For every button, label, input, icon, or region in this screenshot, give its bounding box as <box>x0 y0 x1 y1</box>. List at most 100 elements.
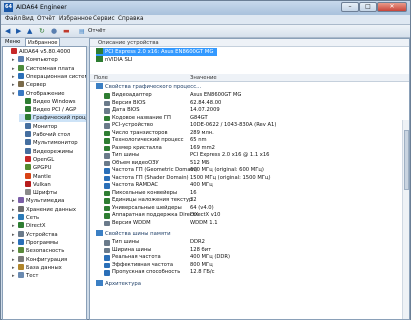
table-row[interactable]: Эффективная частота 800 МГц <box>90 262 409 270</box>
tree-item[interactable]: ▸ DirectX <box>12 222 46 230</box>
scrollbar-thumb[interactable] <box>404 130 409 190</box>
tree-item[interactable]: ▸ Тест <box>12 272 39 280</box>
table-row[interactable]: Частота RAMDAC 400 МГц <box>90 182 409 190</box>
tree-item[interactable]: ▸ Компьютер <box>12 56 58 64</box>
table-row[interactable]: Размер кристалла 169 mm2 <box>90 145 409 153</box>
table-row[interactable]: Версия WDDM WDDM 1.1 <box>90 220 409 228</box>
table-row[interactable]: Пропускная способность 12.8 ГБ/с <box>90 269 409 277</box>
tree-item-label: Сеть <box>26 215 40 221</box>
property-icon <box>104 93 110 99</box>
row-value: 512 МБ <box>190 159 210 166</box>
section-header[interactable]: Свойства шины памяти <box>96 230 171 238</box>
maximize-button[interactable]: □ <box>359 2 377 12</box>
row-field: Универсальные шейдеры <box>112 204 182 211</box>
tree-item[interactable]: ▸ Системная плата <box>12 64 74 73</box>
tree-item[interactable]: ▸ Операционная система <box>12 72 86 81</box>
table-row[interactable]: Частота ГП (Shader Domain) 1500 МГц (orig… <box>90 175 409 183</box>
refresh-icon[interactable]: ↻ <box>39 27 45 36</box>
tree-item[interactable]: Видео PCI / AGP <box>19 106 76 114</box>
row-value: 289 млн. <box>190 129 214 136</box>
table-row[interactable]: Число транзисторов 289 млн. <box>90 130 409 138</box>
title-bar[interactable]: 64 AIDA64 Engineer – □ ✕ <box>1 1 410 15</box>
tree-item[interactable]: ▸ Мультимедиа <box>12 197 64 205</box>
table-header: Поле Значение <box>90 74 409 82</box>
tree-item-label: Мультимедиа <box>26 198 65 205</box>
tree-item[interactable]: AIDA64 v5.80.4000 <box>5 48 70 56</box>
table-row[interactable]: Кодовое название ГП G84GT <box>90 115 409 123</box>
tree-item[interactable]: ▸ Безопасность <box>12 247 64 255</box>
tree-item[interactable]: Рабочий стол <box>19 131 70 139</box>
tab-menu[interactable]: Меню <box>3 38 22 46</box>
tree-item[interactable]: ▸ Конфигурация <box>12 255 67 264</box>
tree-item[interactable]: GPGPU <box>19 164 51 172</box>
row-value: 400 МГц (DDR) <box>190 254 231 260</box>
tree-node-icon <box>25 114 31 121</box>
table-row[interactable]: Универсальные шейдеры 64 (v4.0) <box>90 205 409 213</box>
menu-help[interactable]: Справка <box>118 16 144 22</box>
table-row[interactable]: Аппаратная поддержка DirectX DirectX v10 <box>90 212 409 220</box>
user-icon[interactable]: ● <box>51 27 57 36</box>
tree-node-icon <box>25 139 31 146</box>
menu-favorites[interactable]: Избранное <box>59 16 92 22</box>
table-row[interactable]: Видеоадаптер Asus EN8600GT MG <box>90 92 409 100</box>
tree-item-label: База данных <box>26 264 62 271</box>
table-row[interactable]: Ширина шины 128 бит <box>90 247 409 255</box>
column-value[interactable]: Значение <box>190 74 217 82</box>
tree-item-label: Mantle <box>33 173 51 180</box>
forward-arrow-icon[interactable]: ▶ <box>16 27 21 36</box>
device-item-sli[interactable]: nVIDIA SLI <box>96 56 132 64</box>
tree-item[interactable]: ▸ Сервер <box>12 81 46 89</box>
tree-item[interactable]: ▸ Сеть <box>12 214 39 222</box>
table-row[interactable]: Версия BIOS 62.84.48.00 <box>90 100 409 108</box>
section-header[interactable]: Архитектура <box>96 279 141 288</box>
table-row[interactable]: Частота ГП (Geometric Domain) 600 МГц (or… <box>90 167 409 175</box>
tree-item[interactable]: ▾ Отображение <box>12 89 65 98</box>
table-row[interactable]: Объем видеоОЗУ 512 МБ <box>90 160 409 168</box>
table-row[interactable]: PCI-устройство 10DE-0622 / 1043-830A (Rev… <box>90 122 409 130</box>
tree-item[interactable]: OpenGL <box>19 155 54 164</box>
tab-favorites[interactable]: Избранное <box>25 38 61 46</box>
table-row[interactable]: Тип шины PCI Express 2.0 x16 @ 1.1 x16 <box>90 152 409 160</box>
table-row[interactable]: Технологический процесс 65 nm <box>90 137 409 145</box>
column-field[interactable]: Поле <box>94 74 108 82</box>
menu-view[interactable]: Вид <box>22 16 34 22</box>
tree-item[interactable]: Видеорежимы <box>19 147 73 156</box>
report-button[interactable]: Отчёт <box>88 27 106 36</box>
table-row[interactable]: Единицы наложения текстур 32 <box>90 197 409 205</box>
device-item-gpu[interactable]: PCI Express 2.0 x16: Asus EN8600GT MG <box>96 48 218 56</box>
table-row[interactable]: Тип шины DDR2 <box>90 239 409 247</box>
tree-item[interactable]: ▸ Устройства <box>12 230 58 239</box>
tree-item[interactable]: Графический процесс... <box>19 114 86 123</box>
section-header[interactable]: Свойства графического процесс... <box>96 83 201 91</box>
tree-item[interactable]: Видео Windows <box>19 97 76 106</box>
table-row[interactable]: Реальная частота 400 МГц (DDR) <box>90 254 409 262</box>
row-field: Частота RAMDAC <box>112 182 159 188</box>
tree-item[interactable]: ▸ База данных <box>12 263 62 272</box>
menu-report[interactable]: Отчёт <box>37 16 55 22</box>
tree-item[interactable]: Vulkan <box>19 180 51 189</box>
report-icon[interactable]: ▤ <box>79 27 85 36</box>
tree-node-icon <box>25 172 31 179</box>
tree-node-icon <box>18 255 24 262</box>
table-row[interactable]: Дата BIOS 14.07.2009 <box>90 107 409 115</box>
row-field: Пропускная способность <box>112 269 181 275</box>
back-arrow-icon[interactable]: ◀ <box>5 27 10 36</box>
table-row[interactable]: Пиксельные конвейеры 16 <box>90 190 409 198</box>
tree-item[interactable]: Мультимонитор <box>19 139 78 147</box>
property-icon <box>104 190 110 196</box>
tree-item[interactable]: Mantle <box>19 172 51 181</box>
tree-item[interactable]: Шрифты <box>19 189 57 197</box>
section-icon <box>96 230 103 236</box>
up-arrow-icon[interactable]: ▲ <box>27 27 32 36</box>
menu-tools[interactable]: Сервис <box>93 16 115 22</box>
menu-file[interactable]: Файл <box>5 16 21 22</box>
tree-item[interactable]: Монитор <box>19 122 57 131</box>
vertical-scrollbar[interactable] <box>402 120 409 319</box>
minimize-button[interactable]: – <box>341 2 359 12</box>
tree-item[interactable]: ▸ Хранение данных <box>12 205 76 214</box>
tree-item-label: Vulkan <box>33 181 51 188</box>
close-button[interactable]: ✕ <box>377 2 407 12</box>
tree-item[interactable]: ▸ Программы <box>12 238 58 247</box>
chart-icon[interactable]: ▬ <box>63 27 70 36</box>
devices-header: Описание устройства <box>90 39 409 47</box>
